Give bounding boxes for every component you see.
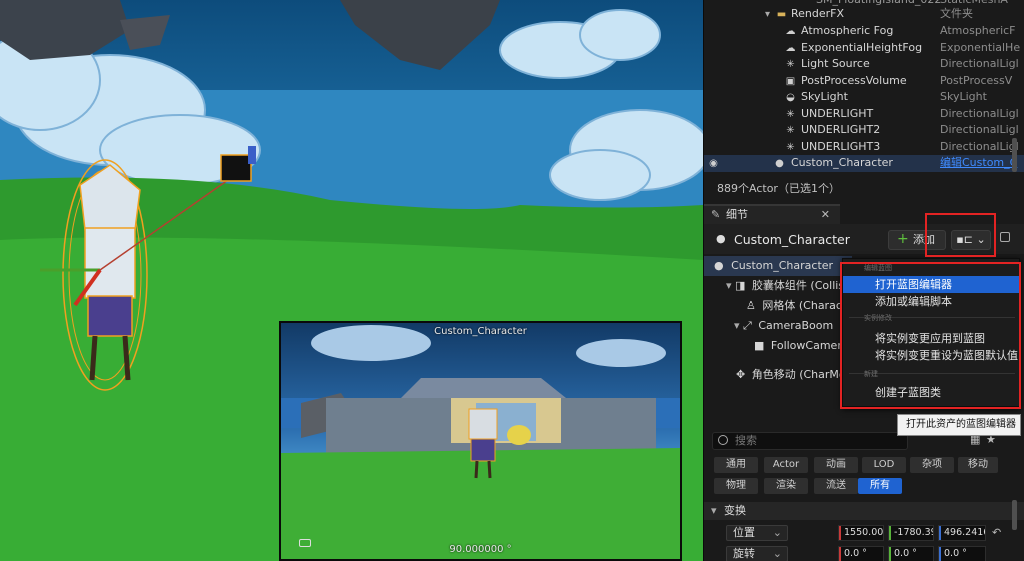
outliner-row[interactable]: ☁ ExponentialHeightFog ExponentialHe bbox=[704, 40, 1024, 57]
camera-icon: ■ bbox=[754, 339, 765, 352]
filter-chip[interactable]: LOD bbox=[862, 457, 906, 473]
plus-icon: + bbox=[897, 231, 909, 247]
outliner-row[interactable]: ✳ Light Source DirectionalLigl bbox=[704, 56, 1024, 73]
rotation-x-field[interactable]: 0.0 ° bbox=[838, 546, 884, 561]
movement-icon: ✥ bbox=[736, 368, 746, 381]
filter-chip[interactable]: 动画 bbox=[814, 457, 858, 473]
character-icon: ● bbox=[714, 259, 724, 272]
rotation-row: 旋转 ⌄ 0.0 ° 0.0 ° 0.0 ° bbox=[704, 544, 1024, 561]
search-icon bbox=[718, 435, 728, 445]
scrollbar[interactable] bbox=[1012, 138, 1017, 172]
outliner-row[interactable]: ▣ PostProcessVolume PostProcessV bbox=[704, 73, 1024, 90]
camera-preview: Custom_Character 90.000000 ° bbox=[279, 321, 682, 561]
rotation-y-field[interactable]: 0.0 ° bbox=[888, 546, 934, 561]
transform-section-header[interactable]: ▾ 变换 bbox=[704, 502, 1024, 520]
fog-icon: ☁ bbox=[785, 26, 796, 37]
lock-icon[interactable] bbox=[1000, 232, 1010, 242]
highlight-box bbox=[840, 262, 1021, 409]
search-input[interactable]: 搜索 bbox=[712, 432, 908, 450]
preview-title: Custom_Character bbox=[434, 326, 527, 337]
preview-fov-readout: 90.000000 ° bbox=[449, 544, 512, 555]
fog-icon: ☁ bbox=[785, 42, 796, 54]
editor-window: Custom_Character 90.000000 ° SM_Floating… bbox=[0, 0, 1024, 561]
location-dropdown[interactable]: 位置 ⌄ bbox=[726, 525, 788, 541]
component-cameraboom[interactable]: ▾ ⤢ CameraBoom bbox=[734, 316, 833, 336]
character-icon: ● bbox=[716, 232, 726, 245]
filter-chip[interactable]: 流送 bbox=[814, 478, 858, 494]
chevron-down-icon: ⌄ bbox=[772, 547, 782, 560]
spring-arm-icon: ⤢ bbox=[743, 319, 752, 332]
sun-icon: ✳ bbox=[786, 125, 795, 136]
capsule-icon: ◨ bbox=[735, 279, 746, 292]
filter-chip[interactable]: 移动 bbox=[958, 457, 998, 473]
tooltip: 打开此资产的蓝图编辑器 bbox=[897, 414, 1021, 436]
location-row: 位置⌄ 1550.000 -1780.39 496.2416 ↶ bbox=[704, 523, 1024, 543]
rotation-dropdown[interactable]: 旋转 ⌄ bbox=[726, 546, 788, 561]
outliner-row[interactable]: ✳ UNDERLIGHT DirectionalLigl bbox=[704, 106, 1024, 123]
location-z-field[interactable]: 496.2416 bbox=[938, 525, 986, 541]
close-icon[interactable]: ✕ bbox=[821, 206, 830, 224]
mesh-icon: ♙ bbox=[746, 299, 756, 312]
details-icon: ✎ bbox=[711, 208, 721, 221]
sun-icon: ✳ bbox=[786, 59, 795, 70]
filter-chip[interactable]: 渲染 bbox=[764, 478, 808, 494]
filter-chip-active[interactable]: 所有 bbox=[858, 478, 902, 494]
chevron-down-icon: ▾ bbox=[711, 504, 717, 517]
edit-blueprint-link[interactable]: 编辑Custom_C bbox=[940, 155, 1017, 172]
outliner-row-renderfx[interactable]: ▾ ▬ RenderFX 文件夹 bbox=[704, 6, 1024, 23]
sun-icon: ✳ bbox=[786, 141, 795, 153]
reset-icon[interactable]: ↶ bbox=[992, 526, 1001, 539]
volume-icon: ▣ bbox=[785, 75, 796, 87]
chevron-down-icon[interactable]: ▾ bbox=[734, 319, 740, 332]
folder-icon: ▬ bbox=[776, 9, 787, 20]
component-followcamera[interactable]: ■ FollowCamera bbox=[754, 336, 849, 356]
rotation-z-field[interactable]: 0.0 ° bbox=[938, 546, 986, 561]
sun-icon: ✳ bbox=[786, 108, 795, 120]
outliner-row[interactable]: ✳ UNDERLIGHT3 DirectionalLigl bbox=[704, 139, 1024, 156]
outliner-row-selected[interactable]: ◉ ● Custom_Character 编辑Custom_C bbox=[704, 155, 1024, 172]
outliner-row[interactable]: ☁ Atmospheric Fog AtmosphericF bbox=[704, 23, 1024, 40]
component-root[interactable]: ● Custom_Character （自我） bbox=[704, 256, 881, 276]
filter-chip[interactable]: 杂项 bbox=[910, 457, 954, 473]
chevron-down-icon: ⌄ bbox=[772, 526, 782, 539]
scrollbar[interactable] bbox=[1012, 500, 1017, 530]
chevron-down-icon[interactable]: ▾ bbox=[762, 9, 773, 20]
filter-chip[interactable]: 物理 bbox=[714, 478, 758, 494]
actor-name: Custom_Character bbox=[734, 232, 850, 247]
highlight-box bbox=[925, 213, 996, 257]
location-x-field[interactable]: 1550.000 bbox=[838, 525, 884, 541]
character-icon: ● bbox=[775, 158, 784, 169]
skylight-icon: ◒ bbox=[786, 92, 795, 103]
filter-chip[interactable]: Actor bbox=[764, 457, 808, 473]
eye-icon[interactable]: ◉ bbox=[708, 158, 719, 169]
outliner-row[interactable]: ◒ SkyLight SkyLight bbox=[704, 89, 1024, 106]
outliner-row[interactable]: ✳ UNDERLIGHT2 DirectionalLigl bbox=[704, 122, 1024, 139]
chevron-down-icon[interactable]: ▾ bbox=[726, 279, 732, 292]
preview-render bbox=[281, 325, 680, 559]
tab-details[interactable]: ✎ 细节 ✕ bbox=[704, 204, 840, 224]
location-y-field[interactable]: -1780.39 bbox=[888, 525, 934, 541]
actor-count: 889个Actor（已选1个） bbox=[717, 182, 840, 195]
level-viewport[interactable]: Custom_Character 90.000000 ° bbox=[0, 0, 703, 561]
filter-chip[interactable]: 通用 bbox=[714, 457, 758, 473]
